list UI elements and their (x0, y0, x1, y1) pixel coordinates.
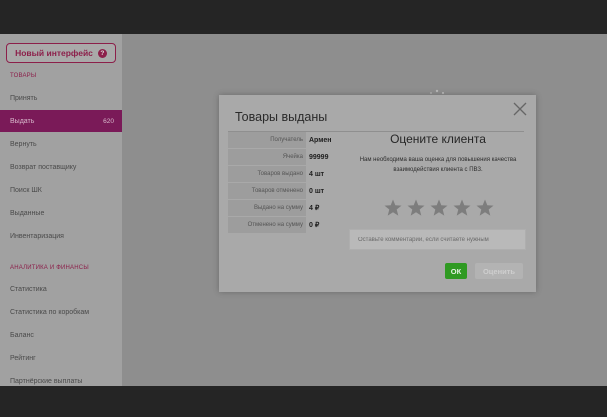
sidebar-item-accept[interactable]: Принять (0, 87, 122, 109)
sidebar-item-statistics[interactable]: Статистика (0, 278, 122, 300)
sidebar-item-label: Инвентаризация (10, 232, 64, 240)
sidebar-item-label: Статистика (10, 285, 47, 293)
sidebar-item-label: Принять (10, 94, 38, 102)
sidebar-item-label: Выдать (10, 117, 35, 125)
rate-button[interactable]: Оценить (475, 263, 523, 279)
items-issued-modal: Товары выданы Получатель Армен Ячейка 99… (219, 95, 536, 292)
comment-input[interactable] (349, 229, 526, 250)
sidebar-item-label: Выданные (10, 209, 45, 217)
ok-button[interactable]: ОК (445, 263, 467, 279)
modal-title: Товары выданы (235, 110, 328, 124)
info-label: Отменено на сумму (228, 217, 306, 233)
count-badge: 620 (103, 117, 114, 125)
question-icon: ? (97, 48, 107, 58)
sidebar-item-box-statistics[interactable]: Статистика по коробкам (0, 301, 122, 323)
info-label: Получатель (228, 132, 306, 148)
close-icon[interactable] (513, 102, 527, 116)
star-icon-4[interactable] (452, 198, 472, 218)
star-icon-2[interactable] (406, 198, 426, 218)
info-label: Товаров отменено (228, 183, 306, 199)
sidebar-item-barcode-search[interactable]: Поиск ШК (0, 179, 122, 201)
info-label: Выдано на сумму (228, 200, 306, 216)
rate-client-description: Нам необходима ваша оценка для повышения… (359, 157, 517, 173)
sidebar: Новый интерфейс ? ТОВАРЫ Принять Выдать … (0, 34, 122, 386)
info-row-cancelled-count: Товаров отменено 0 шт (228, 183, 352, 199)
info-label: Товаров выдано (228, 166, 306, 182)
section-title-goods: ТОВАРЫ (10, 73, 37, 79)
new-interface-button[interactable]: Новый интерфейс ? (6, 43, 116, 63)
sidebar-item-return[interactable]: Вернуть (0, 133, 122, 155)
issue-info-table: Получатель Армен Ячейка 99999 Товаров вы… (228, 132, 352, 233)
sidebar-item-label: Статистика по коробкам (10, 308, 90, 316)
sidebar-item-label: Рейтинг (10, 354, 36, 362)
info-value: 4 ₽ (309, 205, 320, 212)
sidebar-item-label: Партнёрские выплаты (10, 377, 83, 385)
info-value: 0 ₽ (309, 222, 320, 229)
info-row-issued-count: Товаров выдано 4 шт (228, 166, 352, 182)
sidebar-item-issued[interactable]: Выданные (0, 202, 122, 224)
info-row-issued-sum: Выдано на сумму 4 ₽ (228, 200, 352, 216)
info-row-recipient: Получатель Армен (228, 132, 352, 148)
rate-client-title: Оцените клиента (390, 132, 486, 146)
star-icon-5[interactable] (475, 198, 495, 218)
sidebar-item-balance[interactable]: Баланс (0, 324, 122, 346)
star-rating (383, 198, 495, 218)
info-row-cell: Ячейка 99999 (228, 149, 352, 165)
info-value: 4 шт (309, 170, 325, 178)
sidebar-item-supplier-return[interactable]: Возврат поставщику (0, 156, 122, 178)
star-icon-3[interactable] (429, 198, 449, 218)
info-value: 0 шт (309, 187, 325, 195)
info-value: Армен (309, 136, 332, 144)
star-icon-1[interactable] (383, 198, 403, 218)
sidebar-item-partner-payouts[interactable]: Партнёрские выплаты (0, 370, 122, 386)
sidebar-item-inventory[interactable]: Инвентаризация (0, 225, 122, 247)
sidebar-item-rating[interactable]: Рейтинг (0, 347, 122, 369)
section-title-analytics: АНАЛИТИКА И ФИНАНСЫ (10, 265, 89, 271)
info-label: Ячейка (228, 149, 306, 165)
sidebar-item-issue[interactable]: Выдать 620 (0, 110, 122, 132)
info-row-cancelled-sum: Отменено на сумму 0 ₽ (228, 217, 352, 233)
info-value: 99999 (309, 153, 329, 161)
sidebar-item-label: Возврат поставщику (10, 163, 77, 171)
sidebar-item-label: Вернуть (10, 140, 37, 148)
sidebar-item-label: Поиск ШК (10, 186, 42, 194)
sidebar-item-label: Баланс (10, 331, 34, 339)
new-interface-label: Новый интерфейс (15, 48, 93, 58)
